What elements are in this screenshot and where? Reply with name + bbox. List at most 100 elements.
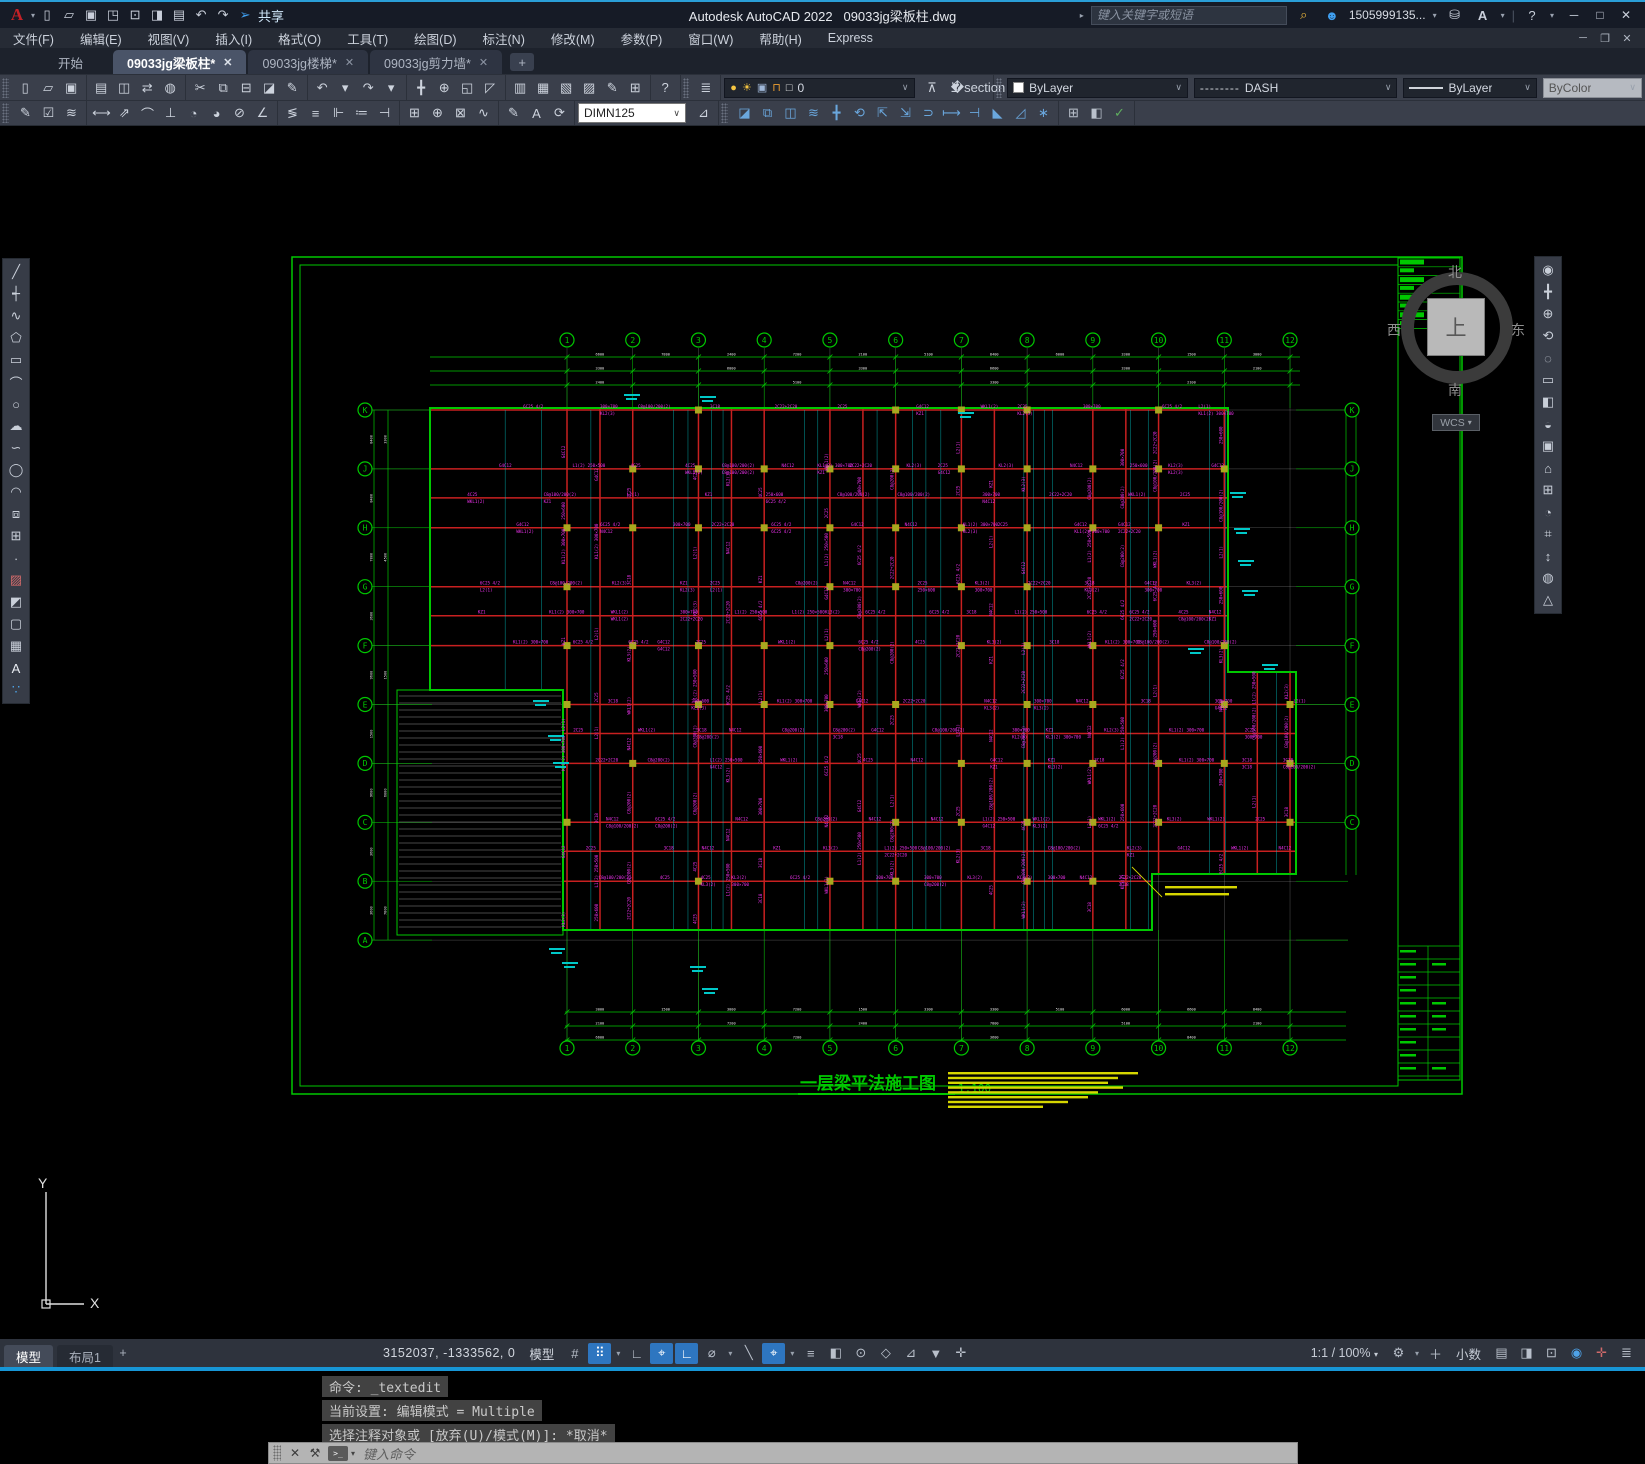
extend-icon[interactable]: ⟼: [940, 102, 963, 124]
shade-icon[interactable]: ◒: [1536, 413, 1560, 435]
filter-icon[interactable]: ▼: [924, 1343, 947, 1364]
menu-express[interactable]: Express: [815, 28, 886, 48]
dim-break-icon[interactable]: ⊣: [373, 102, 396, 124]
dim-angular-icon[interactable]: ∠: [251, 102, 274, 124]
new-icon[interactable]: ▯: [14, 77, 37, 99]
transparency-icon[interactable]: ◧: [824, 1343, 847, 1364]
section-icon[interactable]: ⌗: [1536, 523, 1560, 545]
viewcube-top-face[interactable]: 上: [1427, 298, 1485, 356]
gizmo-icon[interactable]: ✛: [949, 1343, 972, 1364]
move-icon[interactable]: ╋: [825, 102, 848, 124]
dim-continue-icon[interactable]: ⊩: [327, 102, 350, 124]
rotate-icon[interactable]: ⟲: [848, 102, 871, 124]
autodesk-a-icon[interactable]: A: [1472, 4, 1494, 26]
color-combo[interactable]: ByLayer ∨: [1007, 77, 1188, 98]
layer-edit-icon[interactable]: ✎: [14, 102, 37, 124]
viewport-icon[interactable]: ▭: [1536, 369, 1560, 391]
viewcube-north-label[interactable]: 北: [1448, 262, 1462, 282]
ellipse-arc-icon[interactable]: ◠: [4, 481, 28, 503]
lineweight-icon[interactable]: ≡: [799, 1343, 822, 1364]
account-name[interactable]: 1505999135...: [1349, 8, 1426, 22]
erase-icon[interactable]: ◪: [733, 102, 756, 124]
copy-icon[interactable]: ⧉: [212, 77, 235, 99]
xline-icon[interactable]: ┽: [4, 283, 28, 305]
toolbar-grip[interactable]: [682, 77, 690, 98]
menu-m[interactable]: 修改(M): [538, 28, 608, 48]
preview-icon[interactable]: ◫: [113, 77, 136, 99]
split-icon[interactable]: ◧: [1536, 391, 1560, 413]
menu-n[interactable]: 标注(N): [470, 28, 538, 48]
autocad-logo-icon[interactable]: A: [4, 4, 30, 26]
file-tab-3[interactable]: 09033jg剪力墙* ✕: [370, 50, 503, 74]
a-caret-icon[interactable]: ▾: [1501, 11, 1505, 20]
open-icon[interactable]: ▱: [37, 77, 60, 99]
iso-icon[interactable]: △: [1536, 589, 1560, 611]
linetype-combo[interactable]: -------- DASH ∨: [1193, 77, 1398, 98]
region-icon[interactable]: ▢: [4, 613, 28, 635]
viewcube-west-label[interactable]: 西: [1387, 320, 1401, 340]
annotation-scale-button[interactable]: 1:1 / 100% ▾: [1311, 1346, 1378, 1360]
dim-update-icon[interactable]: ⟳: [548, 102, 571, 124]
tab-close-icon[interactable]: ✕: [479, 56, 488, 69]
dim-inspect-icon[interactable]: ⊠: [449, 102, 472, 124]
done-icon[interactable]: ✓: [1108, 102, 1131, 124]
layout-tab-模型[interactable]: 模型: [4, 1345, 54, 1367]
polyline-icon[interactable]: ∿: [4, 305, 28, 327]
dim-arc-icon[interactable]: ⌒: [136, 102, 159, 124]
cleanscreen-icon[interactable]: ✛: [1590, 1343, 1613, 1364]
cut-icon[interactable]: ✂: [189, 77, 212, 99]
spline-icon[interactable]: ∽: [4, 437, 28, 459]
zoom-extents-icon[interactable]: ⊕: [1536, 303, 1560, 325]
point-icon[interactable]: ∙: [4, 547, 28, 569]
edit-icon[interactable]: ✎: [281, 77, 304, 99]
dim-jogged-icon[interactable]: ◕: [205, 102, 228, 124]
redo-icon[interactable]: ↷: [212, 4, 234, 26]
osnap-caret-icon[interactable]: ▾: [787, 1343, 797, 1364]
stretch-icon[interactable]: ⇲: [894, 102, 917, 124]
rectangle-icon[interactable]: ▭: [4, 349, 28, 371]
line-icon[interactable]: ╱: [4, 261, 28, 283]
model-space-button[interactable]: 模型: [529, 1344, 554, 1363]
redo-icon[interactable]: ↷: [357, 77, 380, 99]
matchprop-icon[interactable]: ◪: [258, 77, 281, 99]
layer-merge-icon[interactable]: ≋: [60, 102, 83, 124]
dim-linear-icon[interactable]: ⟷: [90, 102, 113, 124]
graphics-icon[interactable]: ◉: [1565, 1343, 1588, 1364]
quickprops-icon[interactable]: ▤: [1490, 1343, 1513, 1364]
layer-check-icon[interactable]: ☑: [37, 102, 60, 124]
share-arrow-icon[interactable]: ➢: [234, 4, 256, 26]
infer-icon[interactable]: ∟: [625, 1343, 648, 1364]
orbit-icon[interactable]: ⟲: [1536, 325, 1560, 347]
fillet-icon[interactable]: ◿: [1009, 102, 1032, 124]
new-tab-button[interactable]: +: [510, 53, 535, 71]
save-icon[interactable]: ▣: [60, 77, 83, 99]
new-file-icon[interactable]: ▯: [36, 4, 58, 26]
plotstyle-combo[interactable]: ByColor ∨: [1542, 77, 1643, 98]
save-as-icon[interactable]: ◳: [102, 4, 124, 26]
toolbar-grip[interactable]: [995, 77, 1003, 98]
sheetset-icon[interactable]: ▨: [578, 77, 601, 99]
layer-properties-icon[interactable]: ≣: [694, 77, 717, 99]
dim-diameter-icon[interactable]: ⊘: [228, 102, 251, 124]
cart-icon[interactable]: ⛁: [1444, 4, 1466, 26]
lineweight-combo[interactable]: ByLayer ∨: [1403, 77, 1537, 98]
fullnav-wheel-icon[interactable]: ◉: [1536, 259, 1560, 281]
close-button[interactable]: ✕: [1613, 5, 1639, 25]
menu-i[interactable]: 插入(I): [202, 28, 265, 48]
toolpalettes-icon[interactable]: ▧: [555, 77, 578, 99]
menu-icon[interactable]: ≣: [1615, 1343, 1638, 1364]
account-caret-icon[interactable]: ▾: [1433, 11, 1437, 20]
doc-restore-button[interactable]: ❐: [1595, 30, 1615, 46]
measure-icon[interactable]: ↕: [1536, 545, 1560, 567]
snap-caret-icon[interactable]: ▾: [613, 1343, 623, 1364]
snap-icon[interactable]: ⠿: [588, 1342, 612, 1364]
dimstyle-icon[interactable]: ⊿: [692, 102, 715, 124]
gradient-icon[interactable]: ◩: [4, 591, 28, 613]
polar-caret-icon[interactable]: ▾: [725, 1343, 735, 1364]
render-icon[interactable]: ◍: [1536, 567, 1560, 589]
layer-states-icon[interactable]: �section: [951, 77, 1006, 99]
open-file-icon[interactable]: ▱: [58, 4, 80, 26]
grid-display-icon[interactable]: ⊞: [1536, 479, 1560, 501]
offset-icon[interactable]: ≋: [802, 102, 825, 124]
designcenter-icon[interactable]: ▦: [532, 77, 555, 99]
